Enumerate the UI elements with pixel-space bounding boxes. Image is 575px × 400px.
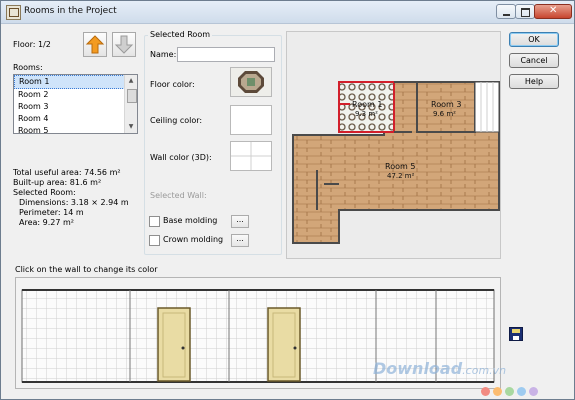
ceiling-color-swatch[interactable] <box>230 105 272 135</box>
door-icon[interactable] <box>267 307 301 382</box>
room-5-area: 47.2 m² <box>387 172 415 180</box>
floor-color-label: Floor color: <box>150 80 195 89</box>
room-5-name: Room 5 <box>385 162 415 171</box>
base-molding-checkbox[interactable] <box>149 216 160 227</box>
watermark: Download.com.vn <box>373 359 506 378</box>
room-1-area: 9.3 m² <box>355 110 378 118</box>
arrow-up-icon <box>85 35 105 54</box>
rooms-label: Rooms: <box>13 63 43 72</box>
floor-plan-preview[interactable]: Room 1 9.3 m² Room 3 9.6 m² Room 5 47.2 … <box>286 31 501 259</box>
wall-color-label: Wall color (3D): <box>150 153 212 162</box>
room-3-name: Room 3 <box>431 100 461 109</box>
name-label: Name: <box>150 50 177 59</box>
title-bar: Rooms in the Project <box>1 1 574 24</box>
total-useful-area: Total useful area: 74.56 m² <box>13 168 121 177</box>
list-scrollbar[interactable]: ▲ ▼ <box>124 75 137 133</box>
area-value: Area: 9.27 m² <box>19 218 75 227</box>
room-name-input[interactable] <box>177 47 275 62</box>
watermark-text: Download <box>373 359 463 378</box>
built-up-area: Built-up area: 81.6 m² <box>13 178 102 187</box>
save-icon[interactable] <box>509 327 523 341</box>
wall-color-swatch[interactable] <box>230 141 272 171</box>
room-1-name: Room 1 <box>352 100 382 109</box>
minimize-button[interactable] <box>496 4 516 19</box>
floor-down-button[interactable] <box>112 32 136 57</box>
selected-room-heading: Selected Room: <box>13 188 76 197</box>
selected-wall-label: Selected Wall: <box>150 191 207 200</box>
wall-tile-icon <box>231 142 271 170</box>
window-title: Rooms in the Project <box>24 6 117 16</box>
door-icon[interactable] <box>157 307 191 382</box>
rooms-dialog: Rooms in the Project Floor: 1/2 Rooms: R… <box>0 0 575 400</box>
scroll-up-icon[interactable]: ▲ <box>126 76 136 86</box>
base-molding-browse-button[interactable]: ... <box>231 215 249 228</box>
ceiling-color-label: Ceiling color: <box>150 116 203 125</box>
floor-tile-icon <box>231 68 271 96</box>
list-item[interactable]: Room 2 <box>14 89 137 101</box>
crown-molding-checkbox[interactable] <box>149 235 160 246</box>
dimensions-value: Dimensions: 3.18 × 2.94 m <box>19 198 129 207</box>
close-button[interactable] <box>534 4 572 19</box>
list-item[interactable]: Room 3 <box>14 101 137 113</box>
app-icon <box>6 5 21 20</box>
watermark-suffix: .com.vn <box>462 364 507 377</box>
elevation-hint: Click on the wall to change its color <box>15 265 158 274</box>
help-button[interactable]: Help <box>509 74 559 89</box>
arrow-down-icon <box>114 35 134 54</box>
floor-up-button[interactable] <box>83 32 107 57</box>
list-item[interactable]: Room 1 <box>14 75 137 89</box>
floor-color-swatch[interactable] <box>230 67 272 97</box>
scroll-thumb[interactable] <box>127 89 137 103</box>
room-3-area: 9.6 m² <box>433 110 456 118</box>
crown-molding-label: Crown molding <box>163 235 224 244</box>
rooms-list[interactable]: Room 1 Room 2 Room 3 Room 4 Room 5 ▲ ▼ <box>13 74 138 134</box>
ok-button[interactable]: OK <box>509 32 559 47</box>
cancel-button[interactable]: Cancel <box>509 53 559 68</box>
floor-label: Floor: 1/2 <box>13 40 51 49</box>
perimeter-value: Perimeter: 14 m <box>19 208 84 217</box>
selected-room-title: Selected Room <box>148 30 213 39</box>
scroll-down-icon[interactable]: ▼ <box>126 122 136 132</box>
maximize-button[interactable] <box>515 4 535 19</box>
floor-plan-canvas[interactable]: Room 1 9.3 m² Room 3 9.6 m² Room 5 47.2 … <box>287 32 500 258</box>
list-item[interactable]: Room 4 <box>14 113 137 125</box>
list-item[interactable]: Room 5 <box>14 125 137 133</box>
base-molding-label: Base molding <box>163 216 218 225</box>
crown-molding-browse-button[interactable]: ... <box>231 234 249 247</box>
